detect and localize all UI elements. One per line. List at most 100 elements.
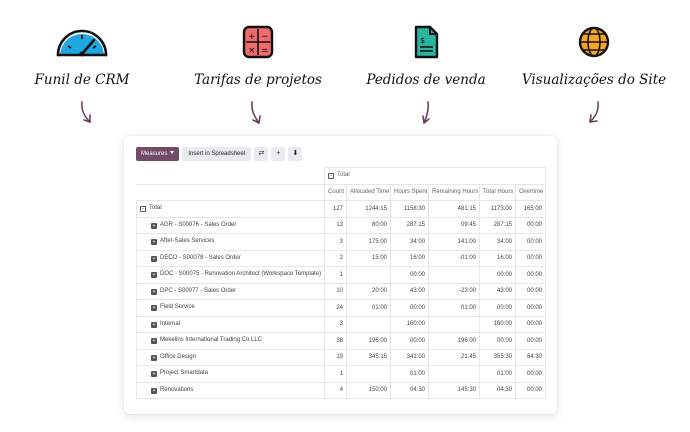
table-cell[interactable]: 345:15 <box>346 348 391 366</box>
table-cell[interactable]: 15:00 <box>346 249 391 267</box>
arrow-down-icon <box>81 101 91 123</box>
table-cell[interactable]: 43:00 <box>390 282 429 300</box>
row-header[interactable]: + DPC - S00077 - Sales Order <box>136 282 325 300</box>
table-cell[interactable]: 10 <box>324 282 347 300</box>
table-cell[interactable]: 16:00 <box>390 249 429 267</box>
table-cell[interactable]: 00:00 <box>479 266 516 284</box>
expand-all-button[interactable]: + <box>271 147 286 161</box>
table-cell[interactable]: 16:00 <box>479 249 516 267</box>
pivot-column-header-total[interactable]: − Total <box>324 167 546 185</box>
table-cell[interactable]: 00:00 <box>515 332 546 350</box>
total-cell[interactable]: 1244:15 <box>346 200 391 218</box>
table-cell[interactable]: 2 <box>324 249 347 267</box>
measure-header[interactable]: Hours Spent <box>390 183 429 201</box>
table-cell[interactable]: 287:15 <box>390 216 429 234</box>
table-cell[interactable]: 04:30 <box>390 381 429 399</box>
table-cell[interactable]: 09:45 <box>428 216 480 234</box>
table-cell[interactable]: 00:00 <box>515 266 546 284</box>
table-cell[interactable]: 00:00 <box>515 216 546 234</box>
table-cell[interactable] <box>428 315 480 333</box>
table-cell[interactable]: 00:00 <box>515 233 546 251</box>
row-header[interactable]: + Project Smartdata <box>136 365 325 383</box>
table-cell[interactable] <box>346 266 391 284</box>
table-cell[interactable]: 141:00 <box>428 233 480 251</box>
calculator-icon: + − × = <box>242 25 274 59</box>
table-cell[interactable]: 00:00 <box>390 332 429 350</box>
measure-header[interactable]: Remaining Hours <box>428 183 480 201</box>
table-cell[interactable] <box>346 315 391 333</box>
table-cell[interactable]: 00:00 <box>515 315 546 333</box>
table-cell[interactable]: 1 <box>324 365 347 383</box>
total-cell[interactable]: 165:00 <box>515 200 546 218</box>
expand-icon: + <box>151 338 157 345</box>
table-cell[interactable]: 38 <box>324 332 347 350</box>
table-cell[interactable] <box>428 365 480 383</box>
table-cell[interactable]: -23:00 <box>428 282 480 300</box>
table-cell[interactable]: 01:00 <box>479 365 516 383</box>
insert-in-spreadsheet-button[interactable]: Insert in Spreadsheet <box>182 147 252 161</box>
table-cell[interactable]: 160:00 <box>390 315 429 333</box>
row-header[interactable]: + Mekelins International Trading Co LLC <box>136 332 325 350</box>
total-cell[interactable]: 481:15 <box>428 200 480 218</box>
table-cell[interactable]: 341:00 <box>390 348 429 366</box>
table-cell[interactable]: 80:00 <box>346 216 391 234</box>
total-cell[interactable]: 1173:00 <box>479 200 516 218</box>
table-cell[interactable]: 196:00 <box>346 332 391 350</box>
table-cell[interactable]: 00:00 <box>515 249 546 267</box>
table-cell[interactable]: -01:00 <box>428 249 480 267</box>
row-header[interactable]: + Internal <box>136 315 325 333</box>
table-cell[interactable]: 04:30 <box>479 381 516 399</box>
table-cell[interactable]: 00:00 <box>515 282 546 300</box>
table-cell[interactable]: 34:00 <box>390 233 429 251</box>
table-cell[interactable]: 20:00 <box>346 282 391 300</box>
row-header[interactable]: + Field Service <box>136 299 325 317</box>
flip-axis-button[interactable]: ⇄ <box>254 147 269 161</box>
row-header-total[interactable]: − Total <box>136 200 325 218</box>
measures-button[interactable]: Measures <box>136 147 180 161</box>
row-header[interactable]: + DOC - S00075 - Renovation Architect (Wo… <box>136 266 325 284</box>
table-cell[interactable]: 145:30 <box>428 381 480 399</box>
table-cell[interactable]: 3 <box>324 233 347 251</box>
table-cell[interactable]: 00:00 <box>479 332 516 350</box>
table-cell[interactable]: 13 <box>324 216 347 234</box>
row-header[interactable]: + Office Design <box>136 348 325 366</box>
table-cell[interactable]: 19 <box>324 348 347 366</box>
table-cell[interactable]: 00:00 <box>479 299 516 317</box>
table-cell[interactable]: 00:00 <box>515 365 546 383</box>
table-cell[interactable]: 160:00 <box>479 315 516 333</box>
table-cell[interactable]: 24 <box>324 299 347 317</box>
table-cell[interactable]: 00:00 <box>390 266 429 284</box>
pivot-corner <box>136 183 325 201</box>
table-cell[interactable]: 287:15 <box>479 216 516 234</box>
table-cell[interactable]: 01:00 <box>390 365 429 383</box>
table-cell[interactable] <box>428 266 480 284</box>
table-cell[interactable]: 00:00 <box>515 381 546 399</box>
table-cell[interactable]: 01:00 <box>428 299 480 317</box>
table-cell[interactable]: 175:00 <box>346 233 391 251</box>
row-header[interactable]: + After-Sales Services <box>136 233 325 251</box>
row-header[interactable]: + DECO - S00078 - Sales Order <box>136 249 325 267</box>
table-cell[interactable]: 355:30 <box>479 348 516 366</box>
table-cell[interactable]: 00:00 <box>390 299 429 317</box>
table-cell[interactable] <box>346 365 391 383</box>
table-cell[interactable]: 150:00 <box>346 381 391 399</box>
row-header[interactable]: + Renovations <box>136 381 325 399</box>
table-cell[interactable]: 196:00 <box>428 332 480 350</box>
measure-header[interactable]: Count <box>324 183 347 201</box>
table-cell[interactable]: 3 <box>324 315 347 333</box>
table-cell[interactable]: 21:45 <box>428 348 480 366</box>
table-cell[interactable]: 01:00 <box>346 299 391 317</box>
table-cell[interactable]: 00:00 <box>515 299 546 317</box>
table-cell[interactable]: 84:30 <box>515 348 546 366</box>
row-header[interactable]: + AGR - S00076 - Sales Order <box>136 216 325 234</box>
table-cell[interactable]: 34:00 <box>479 233 516 251</box>
total-cell[interactable]: 127 <box>324 200 347 218</box>
measure-header[interactable]: Total Hours <box>479 183 516 201</box>
table-cell[interactable]: 4 <box>324 381 347 399</box>
table-cell[interactable]: 1 <box>324 266 347 284</box>
measure-header[interactable]: Overtime <box>515 183 546 201</box>
total-cell[interactable]: 1158:30 <box>390 200 429 218</box>
download-button[interactable]: ⬇ <box>288 147 303 161</box>
table-cell[interactable]: 43:00 <box>479 282 516 300</box>
measure-header[interactable]: Allocated Time <box>346 183 391 201</box>
